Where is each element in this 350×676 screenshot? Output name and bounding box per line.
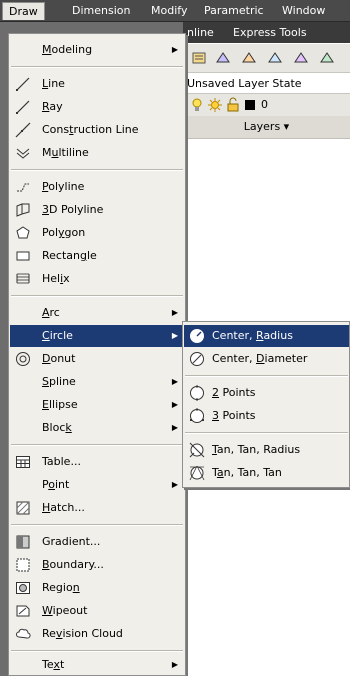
submenu-item-tan-tan-radius[interactable]: Tan, Tan, Radius	[184, 439, 349, 461]
layers-panel-title[interactable]: Layers ▾	[183, 116, 350, 139]
rectangle-icon	[16, 251, 30, 261]
color-swatch	[245, 100, 255, 110]
circle-center-diameter-icon	[190, 352, 204, 366]
menu-item-revision-cloud[interactable]: Revision Cloud	[10, 623, 184, 645]
menu-separator	[11, 169, 183, 171]
menu-item-multiline[interactable]: Multiline	[10, 142, 184, 164]
circle-3-points-icon	[190, 408, 204, 423]
menu-modify[interactable]: Modify	[145, 2, 193, 19]
menu-separator	[11, 295, 183, 297]
submenu-arrow-icon: ▶	[171, 480, 178, 489]
menu-item-hatch[interactable]: Hatch...	[10, 497, 184, 519]
menu-bar: Draw Dimension Modify Parametric Window	[0, 0, 350, 22]
ray-icon	[16, 100, 30, 114]
menu-item-line[interactable]: Line	[10, 73, 184, 95]
circle-center-radius-icon	[190, 329, 204, 343]
tab-express-tools[interactable]: Express Tools	[233, 24, 307, 41]
menu-item-polyline[interactable]: Polyline	[10, 176, 184, 198]
menu-item-3d-polyline[interactable]: 3D Polyline	[10, 199, 184, 221]
layer-walk-icon[interactable]	[293, 50, 309, 66]
menu-item-spline[interactable]: Spline ▶	[10, 371, 184, 393]
menu-separator	[185, 432, 348, 434]
menu-item-helix[interactable]: Helix	[10, 268, 184, 290]
menu-window[interactable]: Window	[276, 2, 331, 19]
submenu-arrow-icon: ▶	[171, 423, 178, 432]
submenu-arrow-icon: ▶	[171, 660, 178, 669]
unlock-icon[interactable]	[225, 97, 241, 113]
submenu-arrow-icon: ▶	[171, 377, 178, 386]
layer-toolbar	[183, 44, 350, 73]
menu-item-ellipse[interactable]: Ellipse ▶	[10, 394, 184, 416]
menu-parametric[interactable]: Parametric	[198, 2, 270, 19]
menu-item-construction-line[interactable]: Construction Line	[10, 119, 184, 141]
submenu-item-3-points[interactable]: 3 Points	[184, 405, 349, 427]
gradient-icon	[16, 535, 30, 549]
menu-separator	[11, 650, 183, 652]
layer-isolate-icon[interactable]	[267, 50, 283, 66]
donut-icon	[16, 352, 30, 366]
submenu-item-tan-tan-tan[interactable]: Tan, Tan, Tan	[184, 462, 349, 484]
menu-item-donut[interactable]: Donut	[10, 348, 184, 370]
menu-item-ray[interactable]: Ray	[10, 96, 184, 118]
menu-separator	[11, 66, 183, 68]
layer-state-icon[interactable]	[215, 50, 231, 66]
layer-state-dropdown[interactable]: Unsaved Layer State	[183, 73, 350, 94]
menu-separator	[11, 444, 183, 446]
line-icon	[16, 77, 30, 91]
polygon-icon	[16, 226, 30, 239]
layer-name: 0	[261, 98, 268, 111]
menu-item-circle[interactable]: Circle ▶	[10, 325, 184, 347]
submenu-arrow-icon: ▶	[171, 308, 178, 317]
hatch-icon	[16, 501, 30, 515]
multiline-icon	[16, 148, 30, 159]
menu-item-rectangle[interactable]: Rectangle	[10, 245, 184, 267]
region-icon	[16, 582, 30, 594]
circle-tan-tan-radius-icon	[189, 442, 205, 458]
layer-match-icon[interactable]	[319, 50, 335, 66]
menu-item-wipeout[interactable]: Wipeout	[10, 600, 184, 622]
layer-control[interactable]: 0	[183, 94, 350, 116]
menu-separator	[11, 524, 183, 526]
submenu-item-2-points[interactable]: 2 Points	[184, 382, 349, 404]
menu-item-polygon[interactable]: Polygon	[10, 222, 184, 244]
ribbon-tabs: nline Express Tools	[183, 22, 350, 43]
circle-tan-tan-tan-icon	[189, 465, 205, 481]
sun-icon[interactable]	[207, 97, 223, 113]
menu-item-point[interactable]: Point ▶	[10, 474, 184, 496]
construction-line-icon	[15, 122, 31, 138]
submenu-arrow-icon: ▶	[171, 400, 178, 409]
submenu-arrow-icon: ▶	[171, 331, 178, 340]
bulb-icon[interactable]	[189, 97, 205, 113]
helix-icon	[16, 273, 30, 284]
menu-item-text[interactable]: Text ▶	[10, 654, 184, 676]
menu-dimension[interactable]: Dimension	[66, 2, 136, 19]
circle-submenu: Center, Radius Center, Diameter 2 Points…	[182, 321, 350, 488]
menu-item-boundary[interactable]: Boundary...	[10, 554, 184, 576]
submenu-item-center-diameter[interactable]: Center, Diameter	[184, 348, 349, 370]
circle-2-points-icon	[190, 385, 204, 401]
menu-item-table[interactable]: Table...	[10, 451, 184, 473]
menu-draw[interactable]: Draw	[2, 2, 45, 20]
menu-item-region[interactable]: Region	[10, 577, 184, 599]
menu-item-block[interactable]: Block ▶	[10, 417, 184, 439]
menu-item-arc[interactable]: Arc ▶	[10, 302, 184, 324]
3d-polyline-icon	[16, 203, 30, 217]
tab-online[interactable]: nline	[187, 24, 214, 41]
boundary-icon	[16, 558, 30, 572]
wipeout-icon	[16, 605, 30, 617]
submenu-arrow-icon: ▶	[171, 45, 178, 54]
menu-separator	[185, 375, 348, 377]
table-icon	[16, 456, 30, 468]
submenu-item-center-radius[interactable]: Center, Radius	[184, 325, 349, 347]
layer-properties-icon[interactable]	[191, 50, 207, 66]
menu-item-modeling[interactable]: Modeling ▶	[10, 39, 184, 61]
menu-item-gradient[interactable]: Gradient...	[10, 531, 184, 553]
layer-previous-icon[interactable]	[241, 50, 257, 66]
revision-cloud-icon	[16, 628, 31, 639]
polyline-icon	[17, 183, 29, 192]
draw-menu: Modeling ▶ Line Ray Construction Line Mu…	[8, 33, 186, 676]
